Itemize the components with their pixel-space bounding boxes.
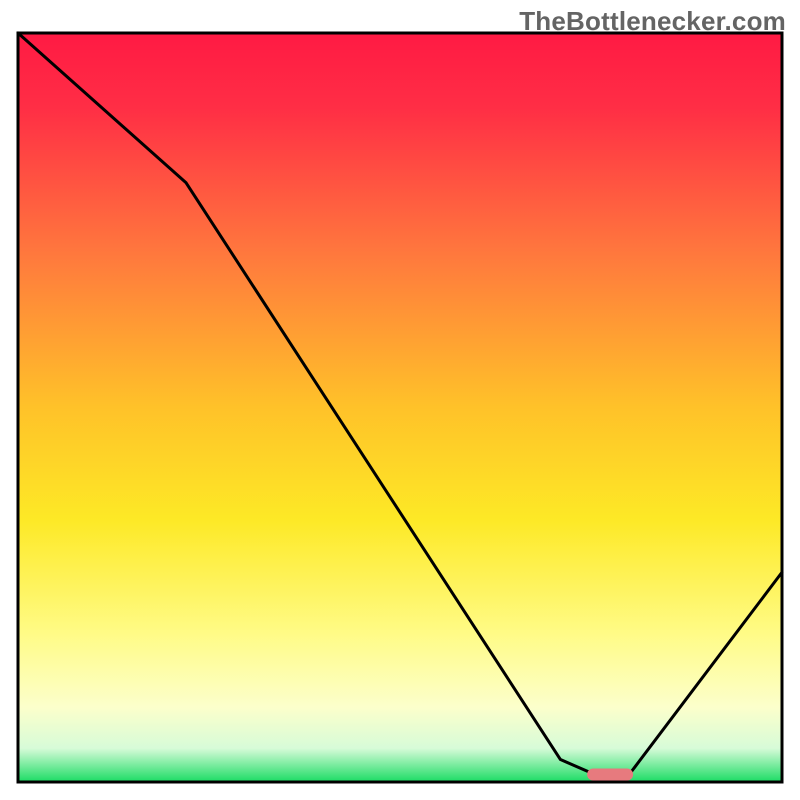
- watermark-label: TheBottlenecker.com: [519, 6, 786, 37]
- optimal-marker: [587, 769, 633, 781]
- plot-background: [18, 33, 782, 782]
- bottleneck-chart: [0, 0, 800, 800]
- chart-container: TheBottlenecker.com: [0, 0, 800, 800]
